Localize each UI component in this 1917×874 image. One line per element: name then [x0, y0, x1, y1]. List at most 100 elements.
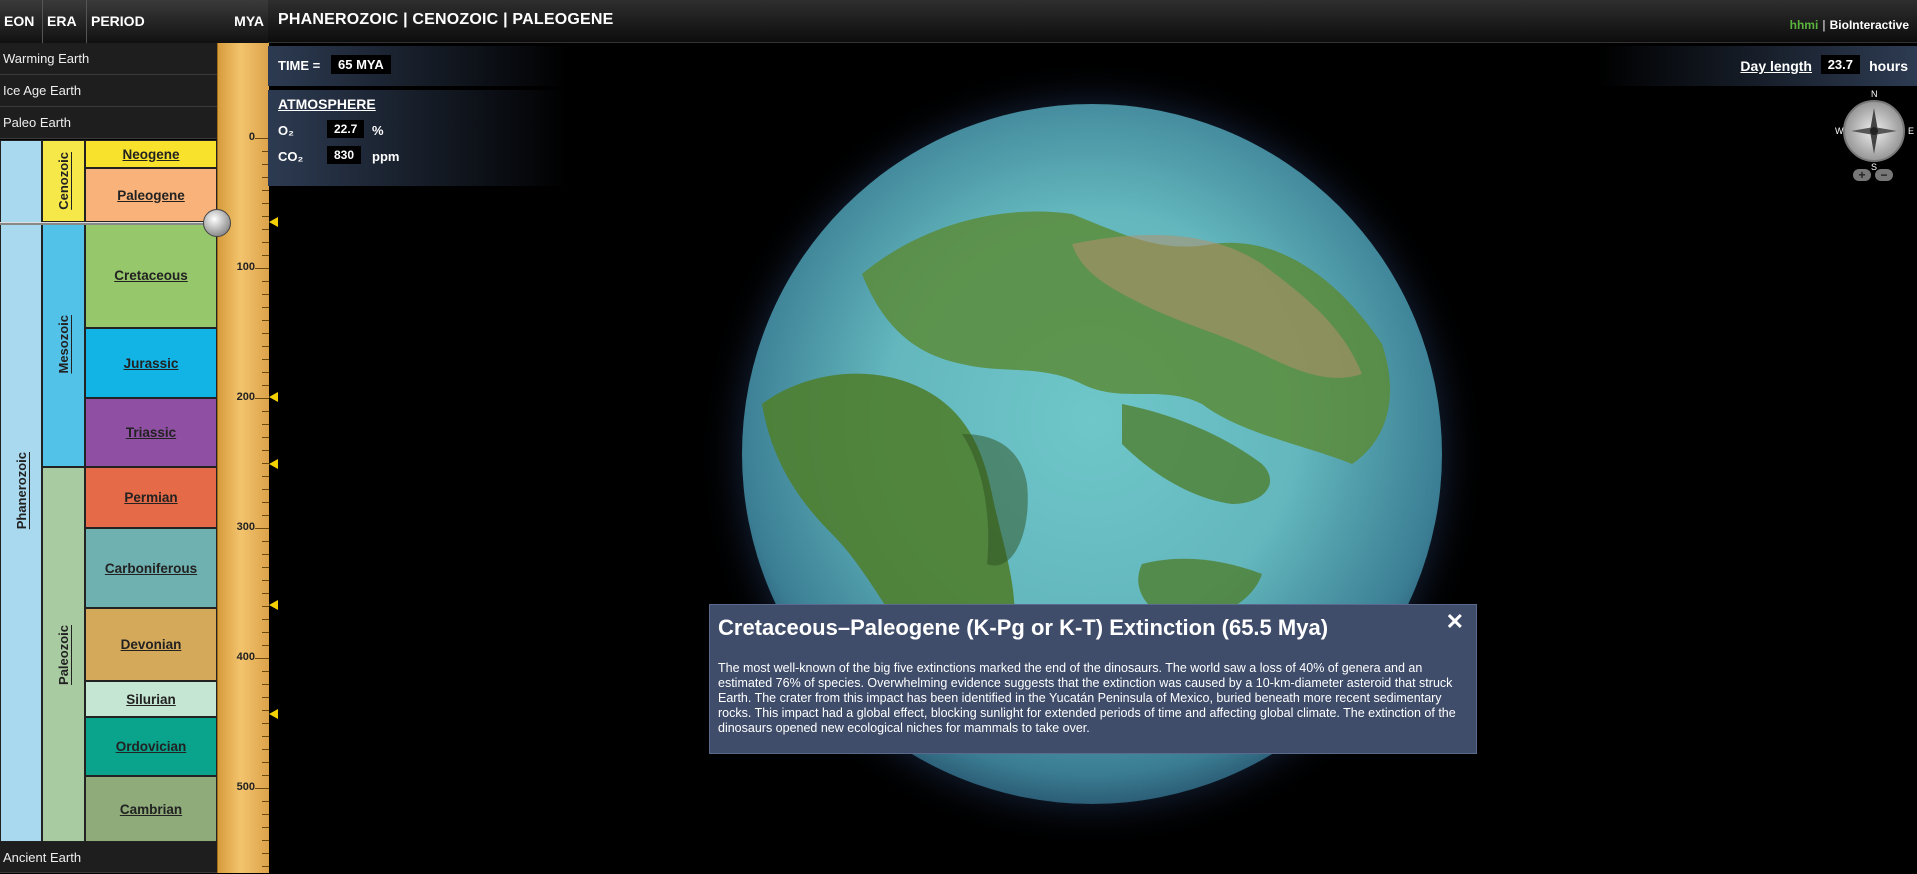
- ruler-tick: [262, 281, 269, 282]
- time-slider-track: [0, 222, 222, 225]
- period-silurian[interactable]: Silurian: [85, 681, 217, 717]
- o2-label: O₂: [278, 123, 294, 138]
- ruler-tick: [255, 528, 269, 529]
- extinction-marker[interactable]: [269, 600, 278, 610]
- ruler-tick: [262, 450, 269, 451]
- ruler-tick: [262, 749, 269, 750]
- ruler-tick: [262, 489, 269, 490]
- period-devonian[interactable]: Devonian: [85, 608, 217, 681]
- biointeractive-logo: BioInteractive: [1829, 18, 1909, 32]
- ruler-tick: [262, 515, 269, 516]
- compass-rose-icon: [1851, 108, 1897, 154]
- era-paleozoic[interactable]: Paleozoic: [42, 467, 85, 842]
- zoom-out-button[interactable]: −: [1875, 169, 1893, 181]
- day-length-label[interactable]: Day length: [1740, 58, 1812, 74]
- time-slider-handle[interactable]: [203, 209, 231, 237]
- extinction-marker[interactable]: [269, 217, 278, 227]
- ruler-tick: [262, 567, 269, 568]
- ruler-label: 300: [236, 521, 255, 533]
- menu-ice-age-earth[interactable]: Ice Age Earth: [0, 75, 217, 107]
- era-label: Cenozoic: [56, 152, 71, 210]
- ruler-tick: [262, 476, 269, 477]
- extinction-marker[interactable]: [269, 709, 278, 719]
- header-bar: PHANEROZOIC | CENOZOIC | PALEOGENE hhmi …: [268, 0, 1917, 43]
- ruler-tick: [255, 398, 269, 399]
- zoom-in-button[interactable]: +: [1853, 169, 1871, 181]
- ruler-tick: [255, 268, 269, 269]
- ruler-tick: [262, 801, 269, 802]
- ruler-tick: [262, 216, 269, 217]
- ruler-tick: [262, 190, 269, 191]
- popup-body: The most well-known of the big five exti…: [718, 661, 1456, 735]
- ruler-tick: [262, 840, 269, 841]
- menu-ancient-earth[interactable]: Ancient Earth: [0, 842, 217, 873]
- time-value: 65 MYA: [331, 55, 391, 74]
- ruler-tick: [262, 645, 269, 646]
- ruler-tick: [262, 320, 269, 321]
- ruler-tick: [262, 710, 269, 711]
- ruler-tick: [262, 775, 269, 776]
- eon-header: EON: [0, 0, 43, 43]
- ruler-label: 400: [236, 651, 255, 663]
- ruler-tick: [262, 203, 269, 204]
- ruler-tick: [262, 541, 269, 542]
- compass-e: E: [1908, 126, 1915, 136]
- period-permian[interactable]: Permian: [85, 467, 217, 528]
- breadcrumb: PHANEROZOIC | CENOZOIC | PALEOGENE: [278, 11, 614, 28]
- ruler-tick: [255, 138, 269, 139]
- ruler-tick: [262, 827, 269, 828]
- compass-icon[interactable]: N S E W: [1835, 89, 1914, 172]
- co2-value: 830: [327, 146, 362, 164]
- close-icon[interactable]: ✕: [1446, 609, 1464, 635]
- ruler-tick: [262, 359, 269, 360]
- period-neogene[interactable]: Neogene: [85, 140, 217, 168]
- era-cenozoic[interactable]: Cenozoic: [42, 140, 85, 222]
- extinction-info-popup: Cretaceous–Paleogene (K-Pg or K-T) Extin…: [709, 604, 1477, 754]
- ruler-tick: [262, 684, 269, 685]
- time-panel: TIME = 65 MYA: [268, 46, 568, 86]
- ruler-tick: [262, 307, 269, 308]
- ruler-tick: [262, 762, 269, 763]
- extinction-marker[interactable]: [269, 459, 278, 469]
- ruler-tick: [262, 411, 269, 412]
- ruler-tick: [262, 463, 269, 464]
- era-label: Paleozoic: [56, 624, 71, 685]
- menu-paleo-earth[interactable]: Paleo Earth: [0, 107, 217, 139]
- ruler-tick: [262, 866, 269, 867]
- timeline-column-headers: EON ERA PERIOD MYA: [0, 0, 268, 43]
- atmosphere-heading[interactable]: ATMOSPHERE: [278, 96, 376, 112]
- mya-ruler[interactable]: 0 100 200 300 400 500: [217, 43, 278, 873]
- period-triassic[interactable]: Triassic: [85, 398, 217, 467]
- ruler-tick: [262, 437, 269, 438]
- menu-warming-earth[interactable]: Warming Earth: [0, 43, 217, 75]
- compass-w: W: [1835, 126, 1844, 136]
- ruler-tick: [262, 580, 269, 581]
- ruler-label: 0: [248, 131, 255, 143]
- era-header: ERA: [43, 0, 87, 43]
- period-ordovician[interactable]: Ordovician: [85, 717, 217, 776]
- mya-header: MYA: [234, 13, 264, 29]
- period-paleogene[interactable]: Paleogene: [85, 168, 217, 222]
- era-mesozoic[interactable]: Mesozoic: [42, 222, 85, 467]
- period-carboniferous[interactable]: Carboniferous: [85, 528, 217, 608]
- co2-unit: ppm: [372, 149, 400, 164]
- period-jurassic[interactable]: Jurassic: [85, 328, 217, 398]
- day-length-unit: hours: [1869, 58, 1908, 74]
- ruler-tick: [262, 814, 269, 815]
- o2-unit: %: [372, 123, 384, 138]
- ruler-tick: [262, 333, 269, 334]
- period-cambrian[interactable]: Cambrian: [85, 776, 217, 842]
- ruler-tick: [262, 255, 269, 256]
- ruler-tick: [262, 736, 269, 737]
- zoom-controls: + −: [1853, 169, 1893, 181]
- ruler-tick: [262, 853, 269, 854]
- ruler-label: 100: [236, 261, 255, 273]
- extinction-marker[interactable]: [269, 392, 278, 402]
- brand-logo[interactable]: hhmi | BioInteractive: [1790, 18, 1909, 32]
- ruler-tick: [262, 593, 269, 594]
- eon-phanerozoic[interactable]: Phanerozoic: [0, 140, 42, 842]
- ruler-tick: [262, 671, 269, 672]
- ruler-tick: [262, 385, 269, 386]
- ruler-tick: [262, 632, 269, 633]
- period-cretaceous[interactable]: Cretaceous: [85, 222, 217, 328]
